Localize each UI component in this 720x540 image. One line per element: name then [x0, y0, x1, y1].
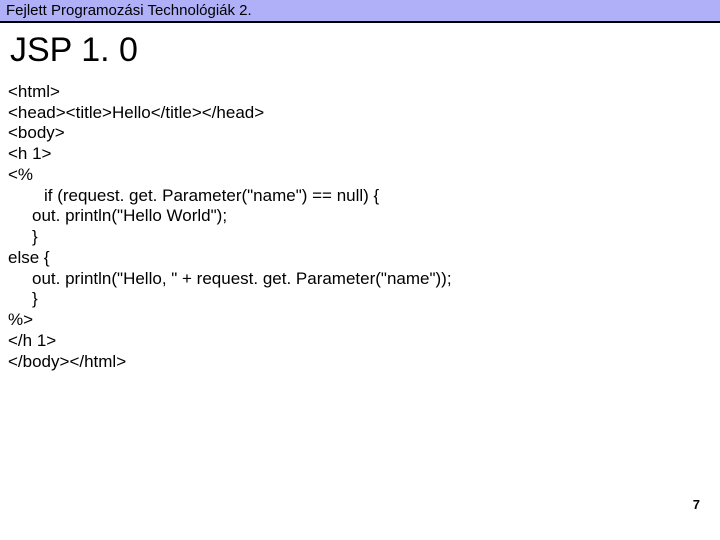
code-line: else { — [8, 248, 712, 269]
code-line: </body></html> — [8, 352, 712, 373]
code-line: <head><title>Hello</title></head> — [8, 103, 712, 124]
code-line: <html> — [8, 82, 712, 103]
header-bar: Fejlett Programozási Technológiák 2. — [0, 0, 720, 23]
code-line: } — [8, 227, 712, 248]
code-line: <body> — [8, 123, 712, 144]
code-line: out. println("Hello World"); — [8, 206, 712, 227]
code-line: %> — [8, 310, 712, 331]
code-line: <% — [8, 165, 712, 186]
code-line: } — [8, 289, 712, 310]
course-title: Fejlett Programozási Technológiák 2. — [6, 2, 252, 19]
code-line: </h 1> — [8, 331, 712, 352]
code-block: <html> <head><title>Hello</title></head>… — [0, 82, 720, 372]
code-line: out. println("Hello, " + request. get. P… — [8, 269, 712, 290]
code-line: if (request. get. Parameter("name") == n… — [8, 186, 712, 207]
code-line: <h 1> — [8, 144, 712, 165]
slide-title: JSP 1. 0 — [0, 23, 720, 82]
page-number: 7 — [693, 497, 700, 512]
